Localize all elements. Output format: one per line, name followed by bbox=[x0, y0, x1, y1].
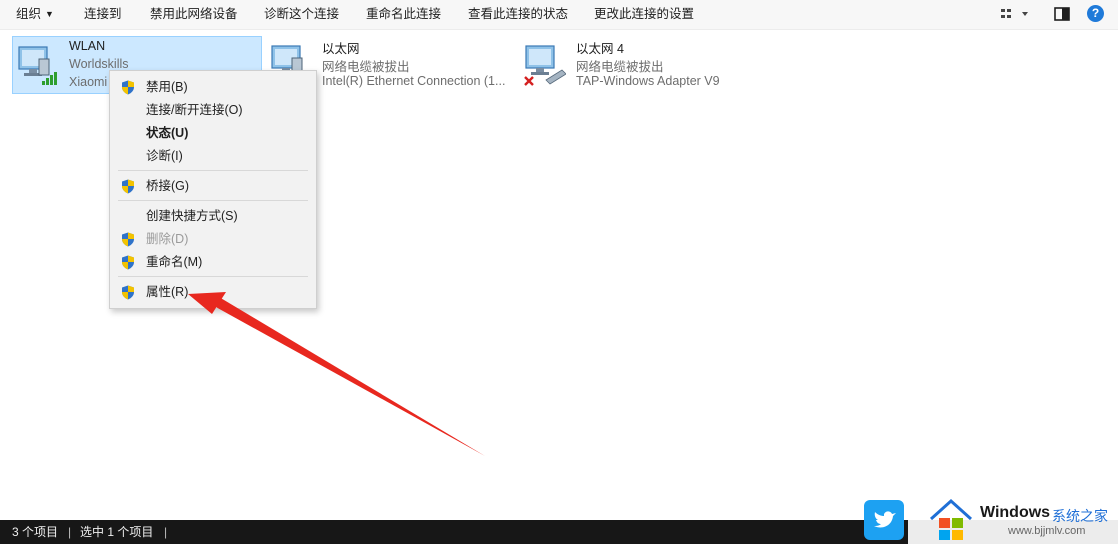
annotation-arrow bbox=[188, 292, 485, 456]
item-count: 3 个项目 bbox=[12, 525, 59, 539]
selected-count: 选中 1 个项目 bbox=[80, 525, 154, 539]
watermark-badge: Windows 系统之家 www.bjjmlv.com bbox=[908, 496, 1118, 544]
watermark-suffix: 系统之家 bbox=[1052, 508, 1108, 524]
windows-logo-icon bbox=[929, 498, 973, 540]
watermark-url: www.bjjmlv.com bbox=[1008, 525, 1086, 537]
status-divider: | bbox=[164, 525, 168, 539]
watermark-brand: Windows bbox=[980, 504, 1051, 521]
annotation-arrow-shaft bbox=[214, 297, 485, 456]
status-divider: | bbox=[68, 525, 72, 539]
twitter-icon bbox=[864, 500, 904, 540]
